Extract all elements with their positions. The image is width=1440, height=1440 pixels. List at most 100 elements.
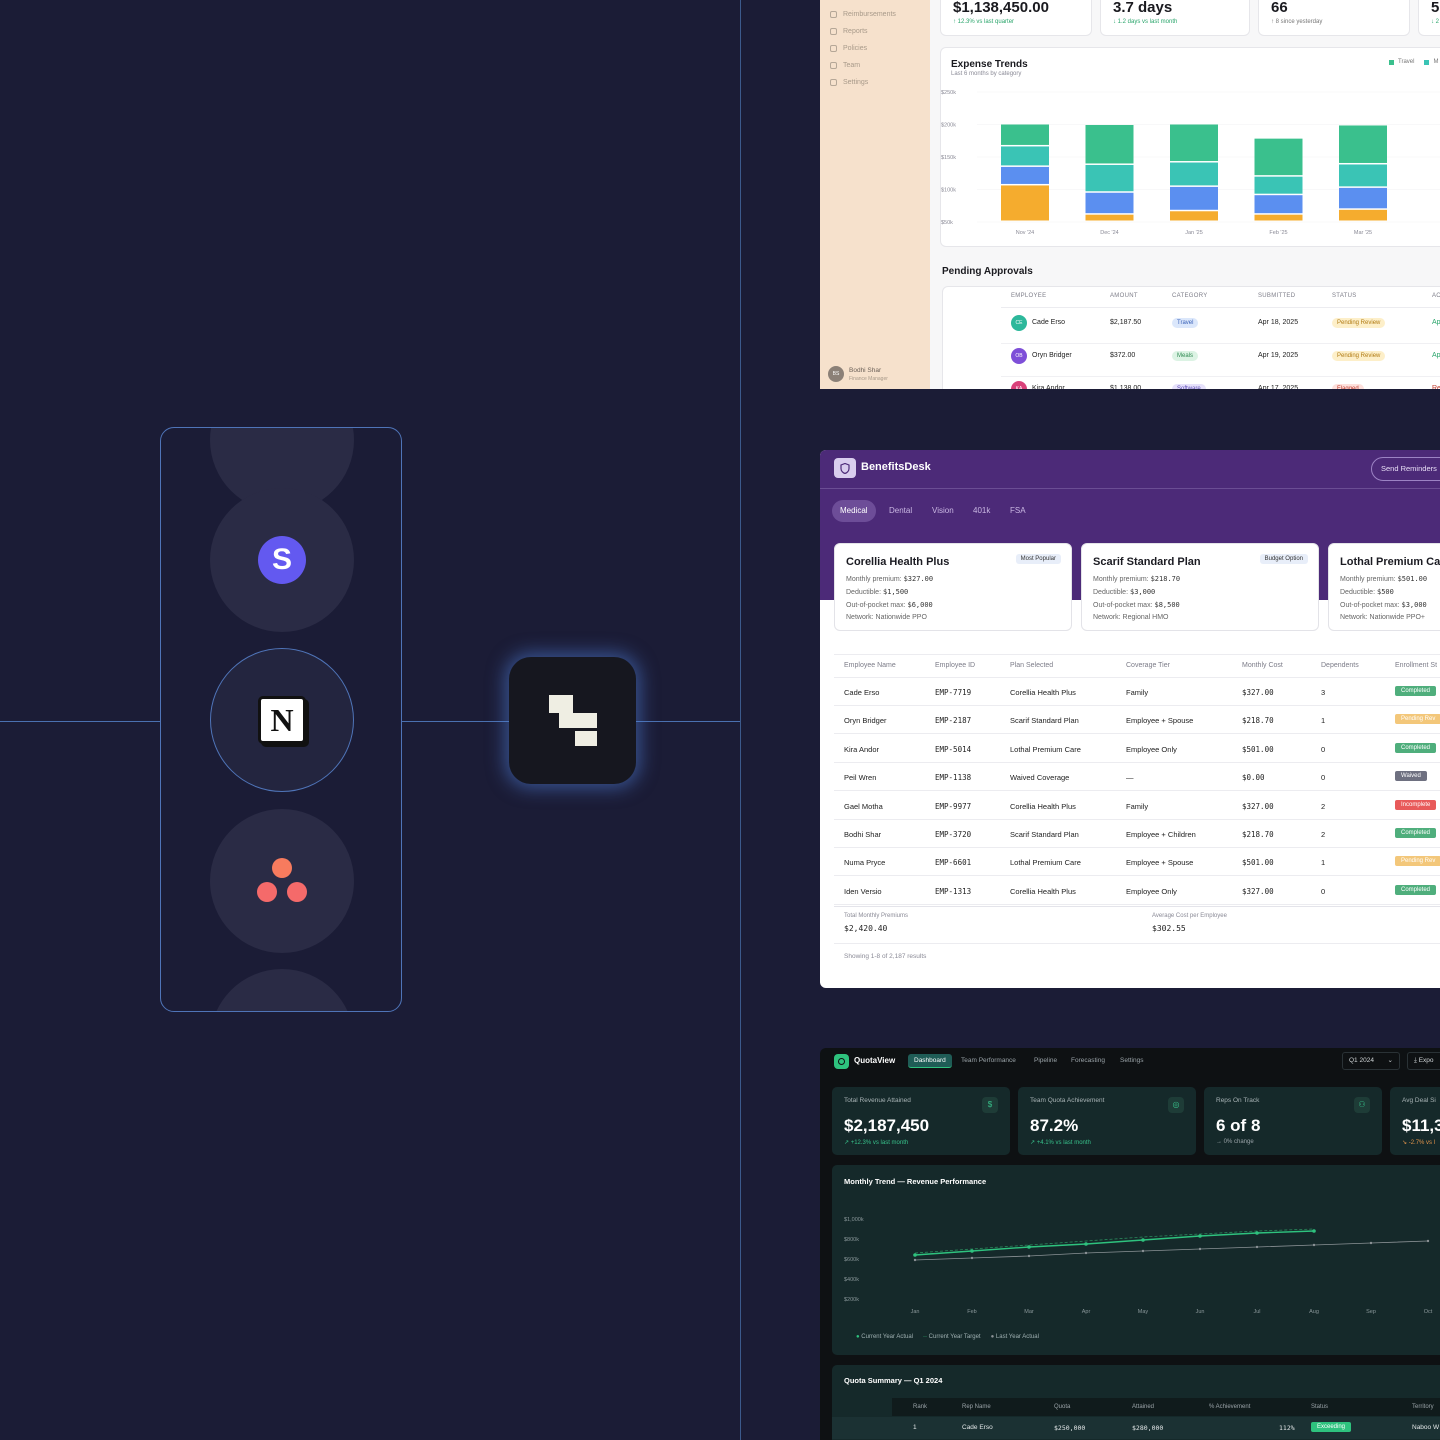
bar-segment xyxy=(1339,125,1387,163)
sidebar-item-reports[interactable]: Reports xyxy=(830,28,868,35)
export-button[interactable]: ⤓ Expo xyxy=(1407,1052,1440,1070)
table-row[interactable]: Peil Wren EMP-1138 Waived Coverage — $0.00 0 W… xyxy=(820,771,1440,793)
nav-dashboard[interactable]: Dashboard xyxy=(908,1054,952,1068)
status-badge: Pending Review xyxy=(1332,318,1386,328)
y-tick-label: $100k xyxy=(941,188,956,194)
plan-card[interactable]: Corellia Health Plus Most Popular Monthly … xyxy=(834,543,1072,631)
gear-icon xyxy=(830,79,837,86)
table-header-cell: STATUS xyxy=(1332,293,1357,299)
kpi-title: Reps On Track xyxy=(1216,1097,1260,1104)
cell-id: EMP-5014 xyxy=(935,744,972,754)
cell-name: Gael Motha xyxy=(844,801,883,811)
cell-cost: $501.00 xyxy=(1242,858,1274,868)
plan-card[interactable]: Lothal Premium Ca Monthly premium: $501.0… xyxy=(1328,543,1440,631)
cell-deps: 0 xyxy=(1321,886,1326,896)
table-row[interactable]: OB Oryn Bridger $372.00 Meals Apr 19, 2025 Pe… xyxy=(943,348,1440,378)
cell-plan: Corellia Health Plus xyxy=(1010,688,1076,697)
table-row[interactable]: Cade Erso EMP-7719 Corellia Health Plus Fam… xyxy=(820,686,1440,708)
total-value: $2,420.40 xyxy=(844,924,888,933)
bar-segment xyxy=(1170,186,1218,210)
plan-name: Corellia Health Plus xyxy=(846,556,950,568)
plan-detail: Out-of-pocket max: $6,000 xyxy=(846,601,933,609)
integration-stripe[interactable]: S xyxy=(210,488,354,632)
table-row[interactable]: Gael Motha EMP-9977 Corellia Health Plus Fa… xyxy=(820,799,1440,822)
avatar[interactable]: BS xyxy=(828,366,844,382)
integration-asana[interactable] xyxy=(210,809,354,953)
bar-segment xyxy=(1170,162,1218,186)
data-point xyxy=(1198,1234,1202,1238)
data-point xyxy=(1027,1245,1031,1249)
data-point xyxy=(1255,1245,1259,1249)
amount: $2,187.50 xyxy=(1110,319,1142,326)
table-header-cell: % Achievement xyxy=(1209,1404,1251,1410)
plan-card[interactable]: Scarif Standard Plan Budget Option Monthly… xyxy=(1081,543,1319,631)
cell-tier: Employee Only xyxy=(1126,886,1177,896)
kpi-title: Total Revenue Attained xyxy=(844,1097,911,1104)
tab-401k[interactable]: 401k xyxy=(965,500,998,522)
nav-forecasting[interactable]: Forecasting xyxy=(1065,1054,1111,1068)
bar-segment xyxy=(1254,195,1303,214)
quota-summary-card: Quota Summary — Q1 2024 Rank Rep Name Quot… xyxy=(832,1365,1440,1440)
sidebar-item-team[interactable]: Team xyxy=(830,62,860,69)
row-divider xyxy=(834,733,1440,735)
series-line xyxy=(914,1230,1315,1256)
table-row[interactable]: Kira Andor EMP-5014 Lothal Premium Care Emp… xyxy=(820,742,1440,765)
period-select[interactable]: Q1 2024 ⌄ xyxy=(1342,1052,1400,1070)
submitted-date: Apr 19, 2025 xyxy=(1258,352,1299,359)
table-header-cell: Coverage Tier xyxy=(1126,662,1170,669)
integration-notion[interactable]: N xyxy=(210,648,354,792)
kpi-sub: ↓ 2 xyxy=(1431,19,1440,25)
table-header-cell: Monthly Cost xyxy=(1242,662,1283,669)
cell-tier: Employee + Spouse xyxy=(1126,716,1194,726)
tab-fsa[interactable]: FSA xyxy=(1002,500,1034,522)
bar-segment xyxy=(1339,187,1387,209)
brand-logo[interactable] xyxy=(509,657,636,784)
table-row[interactable]: CE Cade Erso $2,187.50 Travel Apr 18, 2025 Pe… xyxy=(943,315,1440,345)
tab-medical[interactable]: Medical xyxy=(832,500,876,522)
plan-network: Network: Regional HMO xyxy=(1093,614,1169,621)
table-row[interactable]: Bodhi Shar EMP-3720 Scarif Standard Plan Em… xyxy=(820,828,1440,850)
employee-name: Cade Erso xyxy=(1032,319,1066,326)
cell-name: Kira Andor xyxy=(844,744,880,754)
nav-settings[interactable]: Settings xyxy=(1114,1054,1150,1068)
table-row[interactable]: KA Kira Andor $1,138.00 Software Apr 17, 202… xyxy=(943,381,1440,389)
kpi-value: $11,3 xyxy=(1402,1116,1440,1135)
table-row[interactable]: Iden Versio EMP-1313 Corellia Health Plus E… xyxy=(820,884,1440,907)
row-divider xyxy=(834,847,1440,848)
status-badge: Completed xyxy=(1395,828,1437,838)
kpi-value: 87.2% xyxy=(1030,1116,1079,1135)
integration-carousel[interactable]: S N xyxy=(160,427,402,1012)
sidebar-item-settings[interactable]: Settings xyxy=(830,79,868,86)
data-point xyxy=(1084,1251,1088,1255)
plan-name: Scarif Standard Plan xyxy=(1093,556,1201,568)
nav-pipeline[interactable]: Pipeline xyxy=(1028,1054,1063,1068)
table-row[interactable]: Numa Pryce EMP-6601 Lothal Premium Care Emp… xyxy=(820,856,1440,878)
plan-detail: Deductible: $500 xyxy=(1340,588,1394,596)
send-reminders-button[interactable]: Send Reminders xyxy=(1371,457,1440,481)
table-header-cell: CATEGORY xyxy=(1172,293,1208,299)
sidebar-item-reimbursements[interactable]: Reimbursements xyxy=(830,11,896,18)
kpi-card: Team Quota Achievement 87.2% ↗ +4.1% vs la… xyxy=(1018,1087,1196,1155)
user-role: Finance Manager xyxy=(849,376,888,382)
nav-team-performance[interactable]: Team Performance xyxy=(955,1054,1022,1068)
cell-name: Numa Pryce xyxy=(844,858,886,868)
notion-icon: N xyxy=(258,696,306,744)
y-tick-label: $200k xyxy=(844,1297,859,1303)
cell-tier: Employee + Spouse xyxy=(1126,858,1194,868)
shield-icon xyxy=(834,458,856,478)
sidebar-item-policies[interactable]: Policies xyxy=(830,45,867,52)
action-link[interactable]: Ap xyxy=(1432,352,1440,359)
table-row[interactable]: Oryn Bridger EMP-2187 Scarif Standard Plan… xyxy=(820,714,1440,736)
avatar: CE xyxy=(1011,315,1027,331)
tab-vision[interactable]: Vision xyxy=(924,500,962,522)
action-link[interactable]: Ap xyxy=(1432,319,1440,326)
bar-segment xyxy=(1254,138,1303,176)
bar-segment xyxy=(1001,146,1049,166)
x-tick-label: Oct xyxy=(1424,1309,1433,1315)
data-point xyxy=(1255,1231,1259,1235)
expense-dashboard-panel: Reimbursements Reports Policies Team Set… xyxy=(820,0,1440,389)
bar-segment xyxy=(1001,124,1049,145)
target-icon: ◎ xyxy=(1168,1097,1184,1113)
action-link[interactable]: Re xyxy=(1432,385,1440,389)
tab-dental[interactable]: Dental xyxy=(881,500,920,522)
